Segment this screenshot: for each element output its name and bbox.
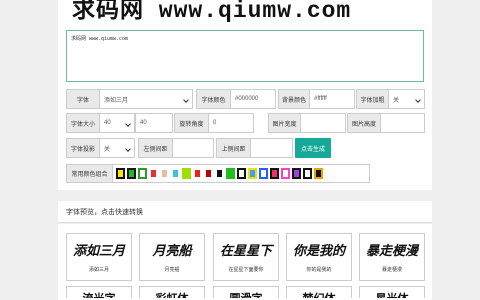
left-spacing-label: 左侧间距 — [138, 138, 173, 158]
font-card-name: 月亮船 — [164, 267, 180, 273]
bold-label: 字体加粗 — [356, 89, 389, 109]
bold-select[interactable]: 关 — [388, 89, 425, 109]
color-swatch-12[interactable] — [237, 168, 246, 179]
height-input[interactable] — [380, 113, 425, 133]
left-spacing-input[interactable] — [172, 138, 214, 158]
font-card-6[interactable]: 流光字 — [66, 286, 132, 298]
font-color-label: 字体颜色 — [196, 89, 231, 109]
size-input[interactable]: 40 — [135, 113, 173, 133]
site-logo-text: 求码网 www.qiumw.com — [72, 0, 352, 24]
color-combo-swatches — [112, 164, 370, 183]
color-swatch-15[interactable] — [270, 168, 279, 179]
preview-title: 字体预览，点击快速转换 — [66, 209, 143, 216]
font-card-10[interactable]: 星光体 — [359, 286, 425, 298]
color-swatch-9[interactable] — [204, 168, 213, 179]
font-card-1[interactable]: 添如三月 添如三月 — [66, 233, 132, 281]
font-card-8[interactable]: 圆滑字 — [213, 286, 279, 298]
color-swatch-7[interactable] — [182, 168, 191, 179]
color-swatch-18[interactable] — [303, 168, 312, 179]
font-card-art: 添如三月 — [72, 244, 125, 259]
color-swatch-17[interactable] — [292, 168, 301, 179]
width-label: 图片宽度 — [268, 113, 301, 133]
font-select[interactable]: 添如三月 — [99, 89, 193, 109]
text-input-area[interactable]: 求码网 www.qiumw.com — [66, 30, 424, 82]
color-swatch-8[interactable] — [193, 168, 202, 179]
font-label: 字体 — [66, 89, 100, 109]
font-card-name: 暴走梗漫 — [381, 267, 402, 273]
generate-button[interactable]: 点击生成 — [295, 138, 331, 158]
rotate-input[interactable]: 0 — [208, 113, 254, 133]
bg-color-input[interactable]: #ffffff — [309, 89, 355, 109]
font-card-name: 在星星下面要你 — [228, 267, 264, 273]
color-swatch-5[interactable] — [160, 168, 169, 179]
color-swatch-1[interactable] — [116, 168, 125, 179]
top-spacing-input[interactable] — [250, 138, 293, 158]
color-combo-label: 常用颜色组合 — [66, 164, 113, 183]
shadow-label: 字体投影 — [66, 138, 100, 158]
width-input[interactable] — [300, 113, 346, 133]
font-card-art: 流光字 — [67, 290, 131, 298]
color-swatch-2[interactable] — [127, 168, 136, 179]
font-card-4[interactable]: 你是我的 你的是我的 — [286, 233, 352, 281]
font-card-5[interactable]: 暴走梗漫 暴走梗漫 — [359, 233, 425, 281]
top-spacing-label: 上侧间距 — [216, 138, 251, 158]
font-card-art: 圆滑字 — [214, 290, 278, 298]
size-label: 字体大小 — [66, 113, 100, 133]
color-swatch-14[interactable] — [259, 168, 268, 179]
color-swatch-13[interactable] — [248, 168, 257, 179]
font-card-name: 添如三月 — [88, 267, 109, 273]
font-card-7[interactable]: 彩虹体 — [139, 286, 205, 298]
font-card-art: 星光体 — [360, 290, 424, 298]
color-swatch-3[interactable] — [138, 168, 147, 179]
rotate-label: 旋转角度 — [174, 113, 209, 133]
color-swatch-6[interactable] — [171, 168, 180, 179]
height-label: 图片高度 — [347, 113, 381, 133]
color-swatch-16[interactable] — [281, 168, 290, 179]
font-card-art: 你是我的 — [292, 244, 345, 259]
shadow-select[interactable]: 关 — [99, 138, 135, 158]
color-swatch-4[interactable] — [149, 168, 158, 179]
font-card-2[interactable]: 月亮船 月亮船 — [139, 233, 205, 281]
font-card-art: 在星星下 — [219, 244, 272, 259]
font-card-art: 月亮船 — [152, 244, 192, 259]
color-swatch-10[interactable] — [215, 168, 224, 179]
font-card-9[interactable]: 梦幻体 — [286, 286, 352, 298]
font-card-art: 梦幻体 — [287, 290, 351, 298]
font-card-art: 彩虹体 — [140, 290, 204, 298]
font-card-name: 你的是我的 — [306, 267, 332, 273]
font-color-input[interactable]: #000000 — [230, 89, 276, 109]
color-swatch-11[interactable] — [226, 168, 235, 179]
bg-color-label: 背景颜色 — [278, 89, 310, 109]
size-select[interactable]: 40 — [99, 113, 135, 133]
font-card-art: 暴走梗漫 — [365, 244, 418, 259]
font-card-3[interactable]: 在星星下 在星星下面要你 — [213, 233, 279, 281]
color-swatch-19[interactable] — [314, 168, 323, 179]
